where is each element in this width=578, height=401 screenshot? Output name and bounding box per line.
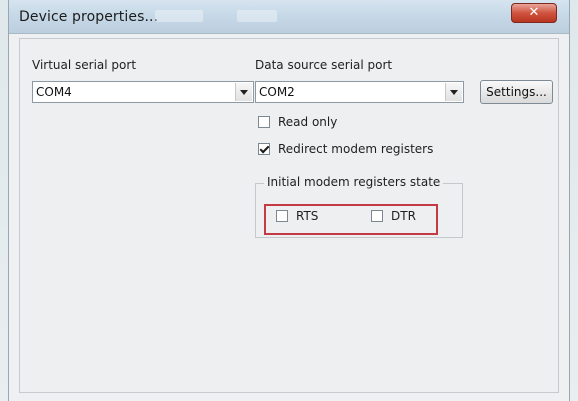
chevron-down-icon[interactable]	[445, 83, 462, 101]
group-title: Initial modem registers state	[264, 175, 444, 189]
virtual-serial-port-label: Virtual serial port	[32, 58, 137, 72]
desktop-left-strip	[0, 0, 8, 401]
close-button[interactable]: ✕	[511, 3, 557, 23]
window-title: Device properties...	[19, 9, 159, 25]
data-source-serial-port-label: Data source serial port	[255, 58, 393, 72]
read-only-checkbox[interactable]	[258, 116, 270, 128]
dialog-content: Virtual serial port COM4 Data source ser…	[19, 38, 559, 393]
device-properties-dialog: Device properties... ✕ Virtual serial po…	[8, 0, 570, 401]
window-titlebar[interactable]: Device properties... ✕	[9, 0, 569, 34]
titlebar-ghost-1	[155, 10, 203, 22]
redirect-modem-registers-checkbox[interactable]	[258, 143, 270, 155]
virtual-serial-port-combo[interactable]: COM4	[32, 81, 254, 103]
read-only-option[interactable]: Read only	[258, 115, 378, 131]
data-source-serial-port-combo[interactable]: COM2	[255, 81, 464, 103]
read-only-label: Read only	[278, 115, 338, 129]
virtual-serial-port-value: COM4	[36, 85, 72, 99]
titlebar-ghost-2	[237, 10, 277, 22]
close-icon: ✕	[528, 5, 540, 20]
redirect-modem-registers-label: Redirect modem registers	[278, 142, 434, 156]
redirect-modem-registers-option[interactable]: Redirect modem registers	[258, 142, 448, 158]
data-source-serial-port-value: COM2	[259, 85, 295, 99]
rts-dtr-highlight-box	[264, 204, 438, 235]
desktop-right-strip	[570, 0, 578, 401]
screen: Device properties... ✕ Virtual serial po…	[0, 0, 578, 401]
settings-button[interactable]: Settings...	[480, 80, 553, 104]
chevron-down-icon[interactable]	[235, 83, 252, 101]
